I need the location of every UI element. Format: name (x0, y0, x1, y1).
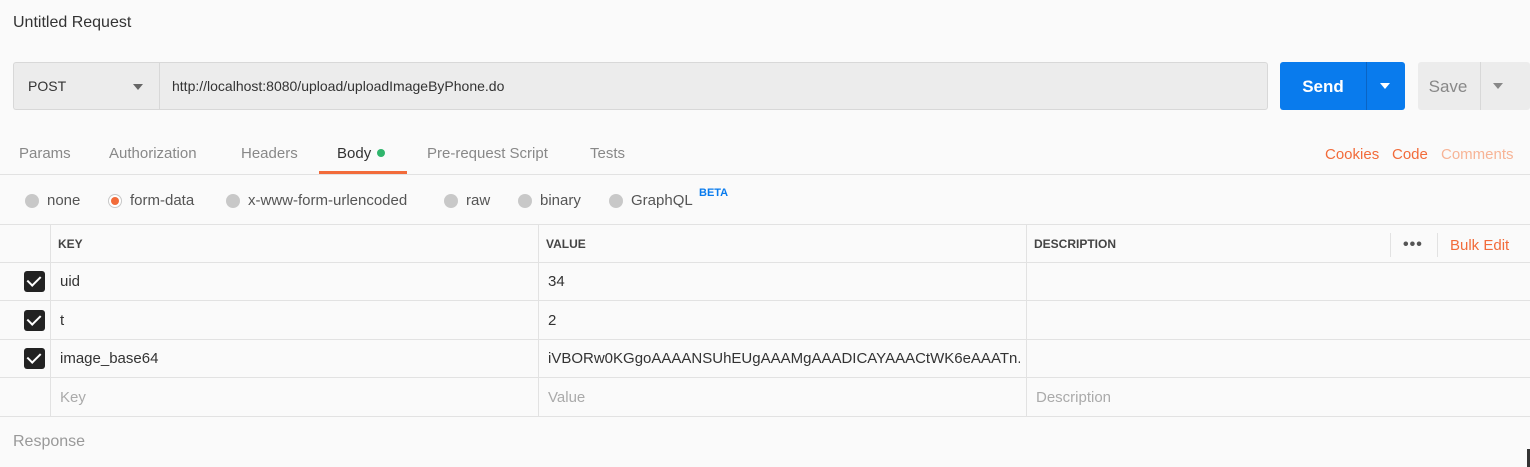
tab-body[interactable]: Body (337, 145, 386, 162)
bulk-edit-link[interactable]: Bulk Edit (1450, 237, 1509, 254)
active-tab-indicator (319, 171, 407, 174)
column-divider (538, 224, 539, 417)
cookies-link[interactable]: Cookies (1325, 146, 1379, 163)
title-bar: Untitled Request (0, 0, 1530, 48)
tab-headers[interactable]: Headers (241, 145, 298, 162)
row-checkbox[interactable] (24, 271, 45, 292)
url-row: POST http://localhost:8080/upload/upload… (13, 62, 1530, 110)
tab-authorization[interactable]: Authorization (109, 145, 197, 162)
radio-graphql[interactable] (609, 194, 623, 208)
response-label: Response (13, 433, 86, 450)
table-row: uid 34 (0, 263, 1530, 301)
header-separator (1390, 233, 1391, 257)
radio-x-www-form-urlencoded-label[interactable]: x-www-form-urlencoded (248, 192, 407, 209)
tab-tests[interactable]: Tests (590, 145, 625, 162)
radio-binary[interactable] (518, 194, 532, 208)
row-checkbox[interactable] (24, 348, 45, 369)
tab-params[interactable]: Params (19, 145, 71, 162)
radio-form-data[interactable] (108, 194, 122, 208)
new-key-input[interactable]: Key (60, 389, 86, 406)
radio-graphql-label[interactable]: GraphQL (631, 192, 693, 209)
send-options-chevron-icon[interactable] (1380, 83, 1390, 89)
beta-badge: BETA (699, 187, 729, 199)
url-input[interactable]: http://localhost:8080/upload/uploadImage… (159, 62, 1268, 110)
tab-pre-request-script[interactable]: Pre-request Script (427, 145, 548, 162)
comments-link[interactable]: Comments (1441, 146, 1514, 163)
column-divider (50, 224, 51, 417)
chevron-down-icon (133, 84, 143, 90)
radio-raw[interactable] (444, 194, 458, 208)
radio-raw-label[interactable]: raw (466, 192, 490, 209)
send-label: Send (1302, 77, 1344, 96)
more-options-icon[interactable]: ••• (1403, 236, 1423, 254)
radio-none[interactable] (25, 194, 39, 208)
send-button[interactable]: Send (1280, 62, 1405, 110)
save-label: Save (1428, 77, 1468, 96)
table-row: t 2 (0, 301, 1530, 340)
row-key[interactable]: t (60, 312, 64, 329)
save-divider (1480, 62, 1481, 110)
new-value-input[interactable]: Value (548, 389, 585, 406)
table-row-new: Key Value Description (0, 378, 1530, 417)
response-section: Response (0, 417, 1530, 467)
radio-x-www-form-urlencoded[interactable] (226, 194, 240, 208)
method-select[interactable]: POST (13, 62, 159, 110)
row-value[interactable]: 34 (548, 273, 565, 290)
radio-none-label[interactable]: none (47, 192, 80, 209)
request-title[interactable]: Untitled Request (13, 14, 131, 32)
body-type-options: none form-data x-www-form-urlencoded raw… (0, 176, 1530, 224)
send-divider (1366, 62, 1367, 110)
header-key: KEY (58, 237, 83, 251)
radio-form-data-label[interactable]: form-data (130, 192, 194, 209)
table-header-row: KEY VALUE DESCRIPTION ••• Bulk Edit (0, 224, 1530, 263)
row-key[interactable]: image_base64 (60, 350, 158, 367)
header-description: DESCRIPTION (1034, 237, 1117, 251)
row-checkbox[interactable] (24, 310, 45, 331)
header-value: VALUE (546, 237, 586, 251)
save-button[interactable]: Save (1418, 62, 1530, 110)
form-data-table: KEY VALUE DESCRIPTION ••• Bulk Edit uid … (0, 224, 1530, 417)
new-description-input[interactable]: Description (1036, 389, 1111, 406)
row-value[interactable]: iVBORw0KGgoAAAANSUhEUgAAAMgAAADICAYAAACt… (548, 350, 1020, 367)
radio-binary-label[interactable]: binary (540, 192, 581, 209)
code-link[interactable]: Code (1392, 146, 1428, 163)
status-dot-icon (377, 149, 386, 157)
table-row: image_base64 iVBORw0KGgoAAAANSUhEUgAAAMg… (0, 340, 1530, 378)
request-tabs: Params Authorization Headers Body Pre-re… (0, 125, 1530, 175)
row-key[interactable]: uid (60, 273, 80, 290)
method-label: POST (28, 78, 67, 94)
save-options-chevron-icon[interactable] (1493, 83, 1503, 89)
header-separator (1437, 233, 1438, 257)
row-value[interactable]: 2 (548, 312, 556, 329)
tab-body-label: Body (337, 145, 372, 162)
column-divider (1026, 224, 1027, 417)
